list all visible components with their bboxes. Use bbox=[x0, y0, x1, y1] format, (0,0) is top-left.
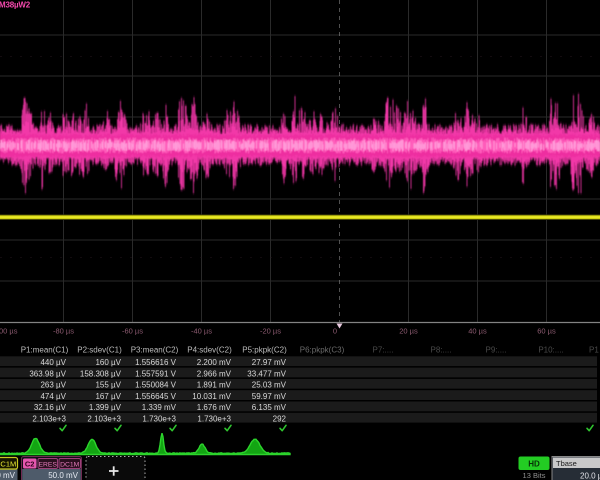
svg-text:263 µV: 263 µV bbox=[40, 381, 66, 390]
svg-text:0: 0 bbox=[333, 327, 337, 336]
svg-text:1.339 mV: 1.339 mV bbox=[142, 403, 177, 412]
svg-text:HD: HD bbox=[528, 460, 540, 469]
svg-text:P5:pkpk(C2): P5:pkpk(C2) bbox=[242, 346, 287, 355]
svg-text:20 µs: 20 µs bbox=[399, 327, 418, 336]
svg-text:P1: P1 bbox=[589, 346, 599, 355]
svg-text:1.676 mV: 1.676 mV bbox=[197, 403, 232, 412]
svg-text:25.03 mV: 25.03 mV bbox=[252, 381, 287, 390]
svg-text:1.891 mV: 1.891 mV bbox=[197, 381, 232, 390]
svg-text:P8:....: P8:.... bbox=[431, 346, 452, 355]
svg-text:P3:mean(C2): P3:mean(C2) bbox=[131, 346, 179, 355]
svg-text:160 µV: 160 µV bbox=[95, 358, 121, 367]
svg-text:DC1M: DC1M bbox=[60, 461, 80, 468]
svg-text:M38µW2: M38µW2 bbox=[0, 1, 31, 10]
svg-text:C2: C2 bbox=[25, 460, 35, 469]
svg-text:P4:sdev(C2): P4:sdev(C2) bbox=[187, 346, 232, 355]
svg-text:2.200 mV: 2.200 mV bbox=[197, 358, 232, 367]
svg-text:P1:mean(C1): P1:mean(C1) bbox=[21, 346, 69, 355]
svg-text:440 µV: 440 µV bbox=[40, 358, 66, 367]
svg-text:1.556645 V: 1.556645 V bbox=[135, 392, 177, 401]
svg-text:2.103e+3: 2.103e+3 bbox=[32, 415, 66, 424]
svg-text:Tbase: Tbase bbox=[556, 459, 577, 468]
svg-text:50.0 mV: 50.0 mV bbox=[0, 471, 16, 480]
svg-text:2.103e+3: 2.103e+3 bbox=[87, 415, 121, 424]
svg-text:-40 µs: -40 µs bbox=[191, 327, 212, 336]
svg-text:1.730e+3: 1.730e+3 bbox=[142, 415, 176, 424]
svg-text:00 µs: 00 µs bbox=[0, 327, 18, 336]
svg-text:2.966 mV: 2.966 mV bbox=[197, 369, 232, 378]
svg-text:13 Bits: 13 Bits bbox=[523, 471, 546, 480]
svg-text:-20 µs: -20 µs bbox=[260, 327, 281, 336]
svg-text:167 µV: 167 µV bbox=[95, 392, 121, 401]
svg-text:40 µs: 40 µs bbox=[468, 327, 487, 336]
svg-text:292: 292 bbox=[273, 415, 287, 424]
svg-text:20.0 µs: 20.0 µs bbox=[580, 472, 600, 480]
svg-text:P6:pkpk(C3): P6:pkpk(C3) bbox=[300, 346, 345, 355]
svg-text:1.557591 V: 1.557591 V bbox=[135, 369, 177, 378]
svg-text:32.16 µV: 32.16 µV bbox=[34, 403, 67, 412]
svg-text:1.556616 V: 1.556616 V bbox=[135, 358, 177, 367]
svg-text:P10:....: P10:.... bbox=[538, 346, 563, 355]
svg-text:10.031 mV: 10.031 mV bbox=[192, 392, 231, 401]
svg-text:1.399 µV: 1.399 µV bbox=[89, 403, 122, 412]
svg-text:474 µV: 474 µV bbox=[40, 392, 66, 401]
svg-text:158.308 µV: 158.308 µV bbox=[80, 369, 122, 378]
svg-text:P9:....: P9:.... bbox=[486, 346, 507, 355]
svg-text:50.0 mV: 50.0 mV bbox=[48, 471, 78, 480]
svg-text:DC1M: DC1M bbox=[0, 460, 16, 469]
svg-text:ERES: ERES bbox=[38, 461, 57, 468]
svg-text:33.477 mV: 33.477 mV bbox=[247, 369, 286, 378]
svg-text:155 µV: 155 µV bbox=[95, 381, 121, 390]
svg-text:60 µs: 60 µs bbox=[537, 327, 556, 336]
svg-text:-60 µs: -60 µs bbox=[122, 327, 143, 336]
svg-text:1.550084 V: 1.550084 V bbox=[135, 381, 177, 390]
svg-text:363.98 µV: 363.98 µV bbox=[29, 369, 66, 378]
svg-text:1.730e+3: 1.730e+3 bbox=[197, 415, 231, 424]
svg-text:27.97 mV: 27.97 mV bbox=[252, 358, 287, 367]
svg-text:59.97 mV: 59.97 mV bbox=[252, 392, 287, 401]
svg-text:P2:sdev(C1): P2:sdev(C1) bbox=[77, 346, 122, 355]
svg-text:6.135 mV: 6.135 mV bbox=[252, 403, 287, 412]
svg-text:P7:....: P7:.... bbox=[373, 346, 394, 355]
svg-text:-80 µs: -80 µs bbox=[53, 327, 74, 336]
